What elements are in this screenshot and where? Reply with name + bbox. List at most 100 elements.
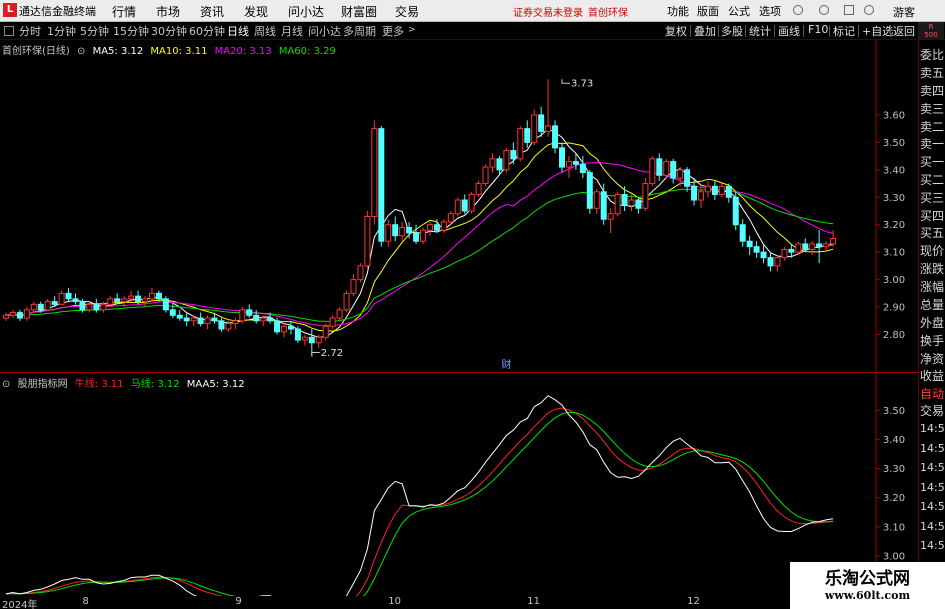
- y-tick-label: 3.00: [883, 275, 905, 286]
- quote-item[interactable]: 买二: [920, 173, 945, 188]
- adjust-button[interactable]: 复权: [665, 23, 687, 39]
- menu-formula[interactable]: 公式: [728, 3, 750, 19]
- app-logo-icon: L: [3, 3, 17, 17]
- chevron-down-icon[interactable]: ⊙: [77, 46, 85, 57]
- toolbar-divider: [774, 25, 775, 37]
- candlestick-chart[interactable]: 3.732.72财预 3.603.503.403.303.203.103.002…: [0, 40, 918, 373]
- menu-layout[interactable]: 版面: [697, 3, 719, 19]
- quote-item[interactable]: 卖三: [920, 102, 945, 117]
- period-5min[interactable]: 5分钟: [80, 23, 109, 39]
- tab-auto[interactable]: 自动: [920, 387, 945, 402]
- overlay-button[interactable]: 叠加: [694, 23, 716, 39]
- tick-time: 14:56: [920, 461, 945, 474]
- quote-item[interactable]: 现价: [920, 244, 945, 259]
- ma5-label: MA5: 3.12: [92, 46, 144, 57]
- menu-options[interactable]: 选项: [759, 3, 781, 19]
- candle-down: [496, 158, 503, 171]
- user-label[interactable]: 游客: [893, 4, 915, 20]
- period-weekly[interactable]: 周线: [254, 23, 276, 39]
- period-60min[interactable]: 60分钟: [189, 23, 225, 39]
- account-icon[interactable]: [864, 5, 874, 15]
- period-more[interactable]: 更多: [382, 23, 404, 39]
- help-icon[interactable]: [819, 5, 829, 15]
- period-monthly[interactable]: 月线: [281, 23, 303, 39]
- quote-item[interactable]: 涨跌: [920, 262, 945, 277]
- login-status[interactable]: 证券交易未登录: [513, 4, 583, 19]
- mark-button[interactable]: 标记: [833, 23, 855, 39]
- quote-item[interactable]: 净资: [920, 352, 945, 367]
- quote-item[interactable]: 换手: [920, 334, 945, 349]
- quote-item[interactable]: 卖四: [920, 84, 945, 99]
- candle-up: [454, 199, 461, 215]
- quote-item[interactable]: 收益: [920, 369, 945, 384]
- menu-function[interactable]: 功能: [667, 3, 689, 19]
- y-tick-label: 3.20: [883, 220, 905, 231]
- menu-discover[interactable]: 发现: [244, 3, 268, 20]
- price-marker-label: 2.72: [321, 348, 343, 359]
- tick-time: 14:56: [920, 539, 945, 552]
- candle-down: [586, 172, 593, 209]
- menu-trade[interactable]: 交易: [395, 3, 419, 20]
- ma60-label: MA60: 3.29: [278, 46, 336, 57]
- quote-item[interactable]: 买一: [920, 155, 945, 170]
- quote-item[interactable]: 买三: [920, 191, 945, 206]
- candle-down: [684, 169, 691, 187]
- current-stock-name: 首创环保: [588, 8, 628, 19]
- candle-down: [294, 328, 301, 341]
- candle-down: [559, 147, 565, 168]
- menu-quotes[interactable]: 行情: [112, 3, 136, 20]
- candle-up: [3, 314, 9, 319]
- quote-item[interactable]: 卖二: [920, 120, 945, 135]
- date-tick-label: 12: [687, 596, 700, 607]
- chevron-right-icon[interactable]: >: [408, 25, 416, 35]
- back-button[interactable]: 返回: [893, 23, 915, 39]
- tab-trade[interactable]: 交易: [920, 404, 945, 419]
- y-tick-label: 3.30: [883, 193, 905, 204]
- toolbar-divider: [803, 25, 804, 37]
- candle-down: [246, 309, 253, 316]
- menu-wealth[interactable]: 财富圈: [341, 3, 377, 20]
- menu-news[interactable]: 资讯: [200, 3, 224, 20]
- indicator-line-1: [5, 411, 834, 596]
- candle-up: [322, 325, 329, 338]
- refresh-icon[interactable]: [793, 5, 803, 15]
- draw-line-button[interactable]: 画线: [778, 23, 800, 39]
- multi-stock-button[interactable]: 多股: [721, 23, 743, 39]
- add-watchlist-button[interactable]: +自选: [862, 23, 893, 39]
- toolbar-menu-icon[interactable]: [4, 26, 14, 36]
- menu-market[interactable]: 市场: [156, 3, 180, 20]
- period-multi[interactable]: 多周期: [343, 23, 376, 39]
- quote-item[interactable]: 涨幅: [920, 280, 945, 295]
- quote-item[interactable]: 外盘: [920, 316, 945, 331]
- quote-item[interactable]: 卖五: [920, 66, 945, 81]
- screen-icon[interactable]: [844, 5, 854, 15]
- candle-up: [329, 317, 336, 327]
- candle-down: [732, 196, 739, 226]
- candle-up: [531, 114, 538, 143]
- candle-up: [148, 292, 155, 300]
- statistics-button[interactable]: 统计: [749, 23, 771, 39]
- menu-ask[interactable]: 问小达: [288, 3, 324, 20]
- quote-item[interactable]: 卖一: [920, 137, 945, 152]
- indicator-chart[interactable]: 3.503.403.303.203.103.002.90: [0, 373, 918, 596]
- period-1min[interactable]: 1分钟: [47, 23, 76, 39]
- settings-circle-icon[interactable]: ⊙: [2, 379, 10, 390]
- quote-item[interactable]: 买五: [920, 226, 945, 241]
- period-30min[interactable]: 30分钟: [151, 23, 187, 39]
- candle-up: [795, 243, 802, 253]
- price-marker-line: [561, 79, 570, 84]
- f10-button[interactable]: F10: [808, 23, 828, 36]
- period-timeshare[interactable]: 分时: [19, 23, 41, 39]
- quote-item[interactable]: 总量: [920, 298, 945, 313]
- level-badge[interactable]: R 500: [918, 22, 944, 40]
- period-15min[interactable]: 15分钟: [113, 23, 149, 39]
- tick-time: 14:56: [920, 422, 945, 435]
- period-ask[interactable]: 问小达: [308, 23, 341, 39]
- quote-item[interactable]: 委比: [920, 48, 945, 63]
- candle-up: [774, 257, 781, 267]
- candle-up: [239, 309, 246, 322]
- quote-item[interactable]: 买四: [920, 209, 945, 224]
- period-daily[interactable]: 日线: [227, 23, 249, 39]
- candle-up: [593, 191, 600, 209]
- main-legend: 首创环保(日线) ⊙ MA5: 3.12 MA10: 3.11 MA20: 3.…: [2, 42, 340, 57]
